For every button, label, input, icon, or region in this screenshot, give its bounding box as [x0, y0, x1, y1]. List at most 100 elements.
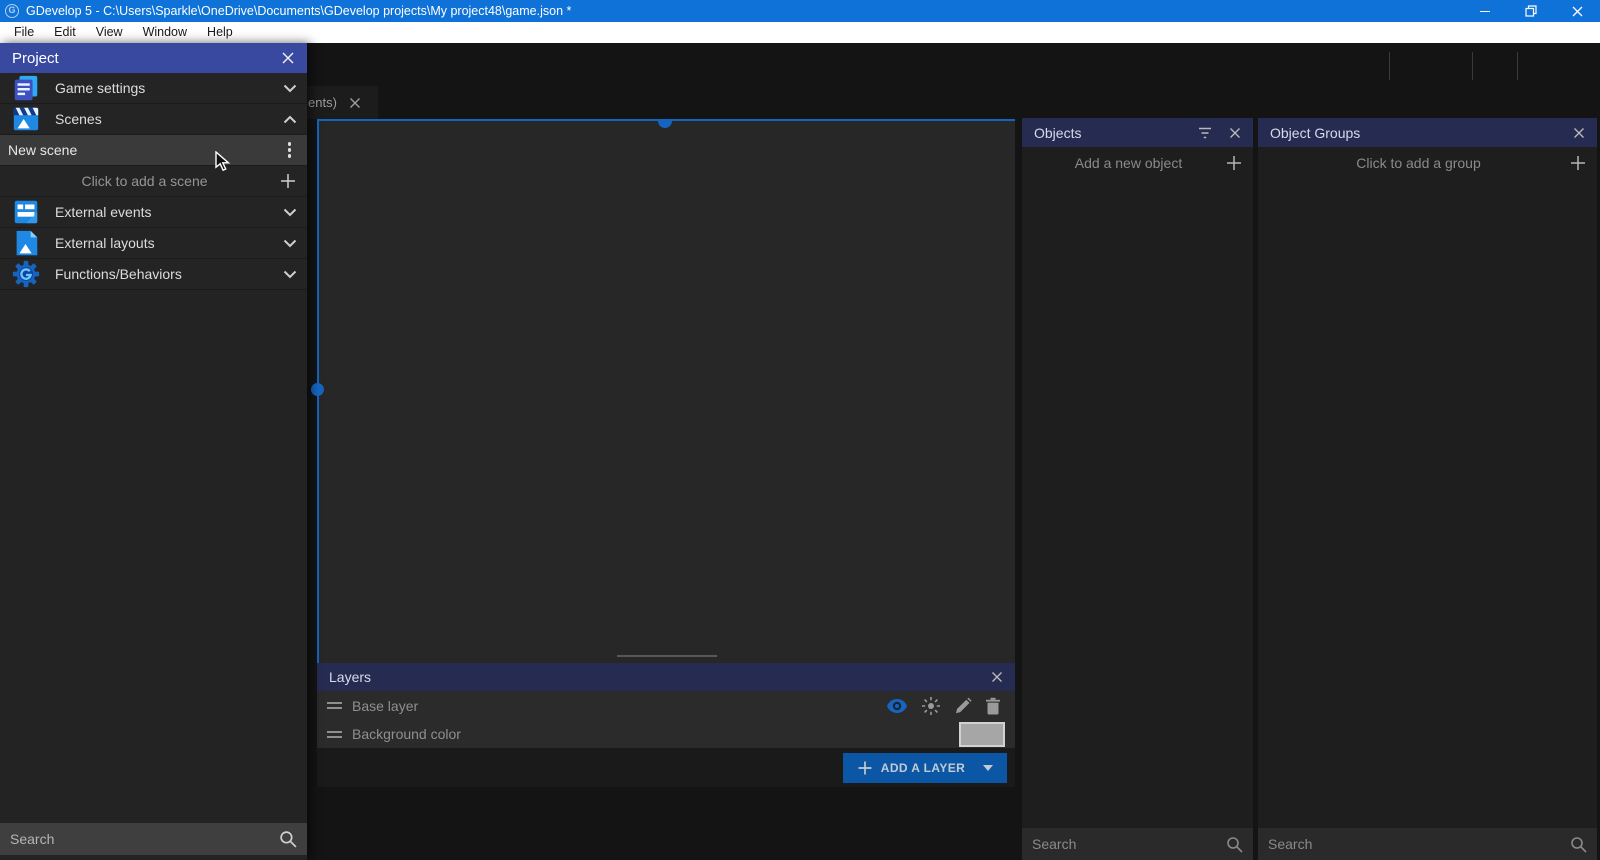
layer-drag-handle-icon[interactable] — [327, 702, 342, 709]
project-item-game-settings[interactable]: Game settings — [0, 73, 307, 104]
layers-panel: Layers Base layer — [317, 663, 1015, 787]
chevron-down-icon[interactable] — [283, 270, 297, 279]
layer-row-background-color[interactable]: Background color — [317, 720, 1015, 748]
chevron-down-icon[interactable] — [283, 208, 297, 217]
project-panel-header: Project — [0, 43, 307, 73]
layer-name: Base layer — [352, 698, 876, 714]
objects-panel-title: Objects — [1034, 125, 1197, 141]
toolbar-separator — [1472, 52, 1473, 80]
window-controls — [1462, 0, 1600, 22]
scenes-label: Scenes — [55, 111, 283, 127]
project-close-button[interactable] — [281, 51, 295, 65]
close-window-button[interactable] — [1554, 0, 1600, 22]
object-groups-panel-title: Object Groups — [1270, 125, 1573, 141]
scene-list-item-new-scene[interactable]: New scene — [0, 135, 307, 166]
canvas-resize-handle-left[interactable] — [311, 383, 324, 396]
functions-behaviors-label: Functions/Behaviors — [55, 266, 283, 282]
layer-effects-button[interactable] — [921, 696, 941, 716]
layer-actions — [886, 696, 1001, 716]
external-layouts-icon — [10, 229, 42, 257]
toolbar-separator — [1517, 52, 1518, 80]
layer-drag-handle-icon[interactable] — [327, 731, 342, 738]
scene-name-label: New scene — [8, 142, 282, 158]
project-item-functions-behaviors[interactable]: Functions/Behaviors — [0, 259, 307, 290]
layers-close-button[interactable] — [991, 671, 1003, 683]
functions-behaviors-icon — [10, 260, 42, 288]
layers-panel-header: Layers — [317, 663, 1015, 691]
menu-edit[interactable]: Edit — [44, 22, 86, 43]
toolbar-separator — [1389, 52, 1390, 80]
add-group-button[interactable]: Click to add a group — [1258, 147, 1597, 178]
objects-list-empty-area — [1022, 178, 1253, 828]
background-color-swatch[interactable] — [959, 722, 1005, 747]
search-icon — [279, 830, 297, 848]
objects-close-button[interactable] — [1229, 127, 1241, 139]
add-new-object-label: Add a new object — [1032, 155, 1225, 171]
brightness-icon — [921, 696, 941, 716]
objects-search-input[interactable] — [1022, 828, 1226, 860]
layer-visibility-button[interactable] — [886, 698, 908, 714]
plus-icon[interactable] — [279, 172, 297, 190]
project-item-external-events[interactable]: External events — [0, 197, 307, 228]
object-groups-panel: Object Groups Click to add a group — [1258, 118, 1597, 860]
tab-scene-events[interactable]: ents) — [300, 86, 378, 119]
chevron-down-icon[interactable] — [283, 239, 297, 248]
scene-options-button[interactable] — [282, 142, 298, 158]
filter-icon — [1197, 127, 1213, 139]
project-panel-empty-area — [0, 290, 307, 823]
add-new-object-button[interactable]: Add a new object — [1022, 147, 1253, 178]
window-title: GDevelop 5 - C:\Users\Sparkle\OneDrive\D… — [26, 4, 571, 18]
layer-edit-button[interactable] — [954, 697, 972, 715]
search-icon — [1570, 836, 1587, 853]
add-layer-button[interactable]: ADD A LAYER — [843, 753, 1007, 783]
project-search-bar — [0, 823, 307, 855]
tab-close-button[interactable] — [349, 97, 361, 109]
kebab-menu-icon — [288, 142, 292, 146]
game-settings-label: Game settings — [55, 80, 283, 96]
pencil-icon — [954, 697, 972, 715]
tab-close-icon — [349, 97, 361, 109]
objects-search-bar — [1022, 828, 1253, 860]
project-item-scenes[interactable]: Scenes — [0, 104, 307, 135]
add-layer-label: ADD A LAYER — [881, 761, 965, 775]
external-layouts-label: External layouts — [55, 235, 283, 251]
object-groups-close-button[interactable] — [1573, 127, 1585, 139]
minimize-button[interactable] — [1462, 0, 1508, 22]
mouse-cursor — [215, 151, 235, 173]
objects-panel: Objects Add a new object — [1022, 118, 1253, 860]
object-groups-search-input[interactable] — [1258, 828, 1570, 860]
external-events-icon — [10, 198, 42, 226]
close-icon — [281, 51, 295, 65]
restore-button[interactable] — [1508, 0, 1554, 22]
external-events-label: External events — [55, 204, 283, 220]
dropdown-caret-icon[interactable] — [983, 765, 993, 771]
project-panel: Project Game settings Scenes New scene C… — [0, 43, 307, 860]
close-window-icon — [1572, 6, 1583, 17]
layer-row-base[interactable]: Base layer — [317, 691, 1015, 720]
add-scene-row[interactable]: Click to add a scene — [0, 166, 307, 197]
project-item-external-layouts[interactable]: External layouts — [0, 228, 307, 259]
search-icon — [1226, 836, 1243, 853]
scenes-icon — [10, 105, 42, 133]
objects-panel-header: Objects — [1022, 118, 1253, 147]
objects-filter-button[interactable] — [1197, 127, 1213, 139]
tab-label: ents) — [308, 95, 337, 110]
close-icon — [991, 671, 1003, 683]
close-icon — [1229, 127, 1241, 139]
chevron-up-icon[interactable] — [283, 115, 297, 124]
gdevelop-logo-icon: G — [5, 4, 19, 18]
layers-panel-resize-handle[interactable] — [617, 655, 717, 657]
eye-icon — [886, 698, 908, 714]
chevron-down-icon[interactable] — [283, 84, 297, 93]
scene-canvas[interactable] — [317, 119, 1015, 663]
menu-view[interactable]: View — [86, 22, 133, 43]
menu-bar: File Edit View Window Help — [0, 22, 1600, 43]
menu-file[interactable]: File — [4, 22, 44, 43]
project-search-input[interactable] — [0, 823, 279, 855]
menu-window[interactable]: Window — [133, 22, 197, 43]
project-panel-title: Project — [12, 50, 281, 67]
game-settings-icon — [10, 74, 42, 102]
menu-help[interactable]: Help — [197, 22, 243, 43]
object-groups-panel-header: Object Groups — [1258, 118, 1597, 147]
layer-delete-button[interactable] — [985, 697, 1001, 715]
